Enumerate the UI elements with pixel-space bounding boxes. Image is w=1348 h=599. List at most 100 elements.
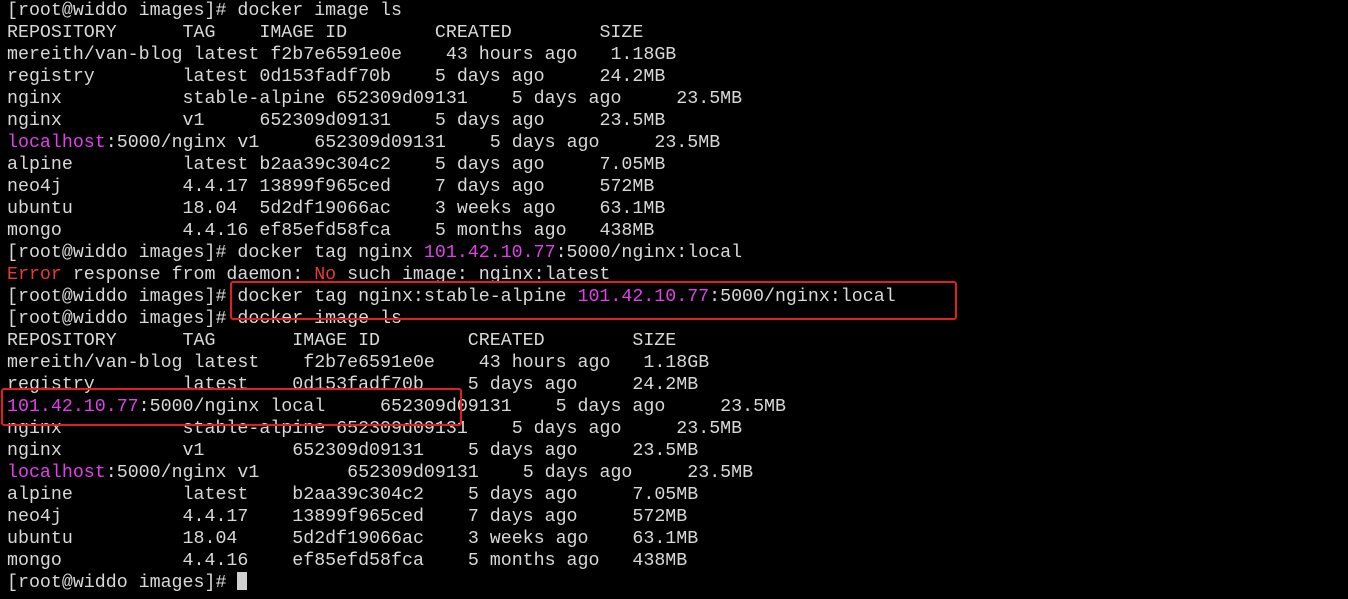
image-id-cell: 652309d09131 [314, 133, 446, 153]
table-row: localhost:5000/nginx v1 652309d09131 5 d… [7, 132, 1343, 154]
image-id-cell: 5d2df19066ac [259, 199, 392, 219]
table-row: mereith/van-blog latest f2b7e6591e0e 43 … [7, 44, 1343, 66]
tag-cell: v1 [182, 111, 205, 131]
repository-cell: ubuntu [7, 529, 73, 549]
size-cell: 1.18GB [610, 45, 677, 65]
table-row: mereith/van-blog latest f2b7e6591e0e 43 … [7, 352, 1343, 374]
table-header-row: REPOSITORY TAG IMAGE ID CREATED SIZE [7, 22, 1343, 44]
created-cell: 5 days ago [511, 419, 622, 439]
created-cell: 5 months ago [467, 551, 600, 571]
column-header: SIZE [632, 331, 677, 351]
size-cell: 23.5MB [720, 397, 786, 417]
created-cell: 43 hours ago [445, 45, 578, 65]
created-cell: 7 days ago [434, 177, 545, 197]
repository-cell: nginx [7, 441, 62, 461]
command-text: :5000/nginx:local [555, 243, 743, 263]
table-row: localhost:5000/nginx v1 652309d09131 5 d… [7, 462, 1343, 484]
table-row: nginx stable-alpine 652309d09131 5 days … [7, 88, 1343, 110]
tag-cell: v1 [237, 133, 260, 153]
column-header: REPOSITORY [7, 331, 117, 351]
repository-cell: mereith/van-blog [7, 45, 183, 65]
image-id-cell: f2b7e6591e0e [303, 353, 435, 373]
command-text: docker tag nginx [226, 243, 424, 263]
image-id-cell: 652309d09131 [292, 441, 424, 461]
size-cell: 63.1MB [599, 199, 666, 219]
size-cell: 23.5MB [687, 463, 754, 483]
image-id-cell: 652309d09131 [347, 463, 479, 483]
repository-cell: alpine [7, 155, 73, 175]
table-row: mongo 4.4.16 ef85efd58fca 5 months ago 4… [7, 220, 1343, 242]
table-row: neo4j 4.4.17 13899f965ced 7 days ago 572… [7, 176, 1343, 198]
table-row: ubuntu 18.04 5d2df19066ac 3 weeks ago 63… [7, 528, 1343, 550]
image-id-cell: 652309d09131 [336, 89, 468, 109]
column-header: REPOSITORY [7, 23, 117, 43]
column-header: CREATED [434, 23, 512, 43]
repository-cell: neo4j [7, 507, 62, 527]
tag-cell: latest [182, 67, 249, 87]
created-cell: 5 days ago [434, 111, 545, 131]
image-id-cell: 13899f965ced [259, 177, 392, 197]
created-cell: 5 days ago [434, 67, 545, 87]
repository-cell: ubuntu [7, 199, 73, 219]
tag-cell: 4.4.16 [182, 221, 249, 241]
repository-cell: neo4j [7, 177, 62, 197]
table-row: neo4j 4.4.17 13899f965ced 7 days ago 572… [7, 506, 1343, 528]
created-cell: 5 days ago [434, 155, 545, 175]
shell-prompt: [root@widdo images]# [7, 243, 227, 263]
image-id-cell: f2b7e6591e0e [270, 45, 402, 65]
table-row: ubuntu 18.04 5d2df19066ac 3 weeks ago 63… [7, 198, 1343, 220]
table-row: nginx v1 652309d09131 5 days ago 23.5MB [7, 110, 1343, 132]
table-row: registry latest 0d153fadf70b 5 days ago … [7, 66, 1343, 88]
image-id-cell: 652309d09131 [259, 111, 392, 131]
image-id-cell: 5d2df19066ac [292, 529, 424, 549]
repository-cell: mongo [7, 221, 62, 241]
image-id-cell: 0d153fadf70b [259, 67, 391, 87]
shell-prompt: [root@widdo images]# [7, 1, 227, 21]
repository-cell: localhost [7, 463, 106, 483]
size-cell: 24.2MB [632, 375, 699, 395]
column-header: IMAGE ID [292, 331, 381, 351]
table-row: alpine latest b2aa39c304c2 5 days ago 7.… [7, 154, 1343, 176]
error-text: Error [7, 265, 62, 285]
command-line: [root@widdo images]# [7, 572, 1343, 594]
tag-cell: v1 [182, 441, 205, 461]
created-cell: 5 days ago [467, 375, 578, 395]
shell-prompt: [root@widdo images]# [7, 573, 227, 593]
created-cell: 7 days ago [467, 507, 578, 527]
size-cell: 1.18GB [643, 353, 710, 373]
tag-cell: 18.04 [182, 199, 238, 219]
created-cell: 5 days ago [555, 397, 666, 417]
command-text: 101.42.10.77 [423, 243, 556, 263]
tag-cell: 4.4.17 [182, 177, 249, 197]
tag-cell: latest [182, 155, 249, 175]
repository-cell: mongo [7, 551, 62, 571]
created-cell: 5 days ago [489, 133, 600, 153]
tag-cell: stable-alpine [182, 89, 326, 109]
command-line: [root@widdo images]# docker tag nginx 10… [7, 242, 1343, 264]
size-cell: 23.5MB [599, 111, 666, 131]
size-cell: 23.5MB [676, 419, 743, 439]
repository-cell: nginx [7, 111, 62, 131]
tag-cell: latest [182, 485, 249, 505]
size-cell: 63.1MB [632, 529, 699, 549]
repository-cell: registry [7, 67, 95, 87]
command-line: [root@widdo images]# docker image ls [7, 0, 1343, 22]
table-row: mongo 4.4.16 ef85efd58fca 5 months ago 4… [7, 550, 1343, 572]
shell-prompt: [root@widdo images]# [7, 309, 227, 329]
created-cell: 3 weeks ago [467, 529, 589, 549]
size-cell: 438MB [632, 551, 688, 571]
tag-cell: 4.4.16 [182, 551, 249, 571]
created-cell: 5 days ago [522, 463, 633, 483]
created-cell: 5 days ago [467, 485, 578, 505]
table-header-row: REPOSITORY TAG IMAGE ID CREATED SIZE [7, 330, 1343, 352]
column-header: SIZE [599, 23, 644, 43]
image-id-cell: b2aa39c304c2 [292, 485, 424, 505]
created-cell: 5 days ago [467, 441, 578, 461]
size-cell: 7.05MB [599, 155, 666, 175]
repository-cell: alpine [7, 485, 73, 505]
shell-prompt: [root@widdo images]# [7, 287, 227, 307]
column-header: TAG [182, 331, 216, 351]
tag-cell: 18.04 [182, 529, 238, 549]
repository-cell: nginx [7, 89, 62, 109]
tag-cell: latest [193, 353, 260, 373]
